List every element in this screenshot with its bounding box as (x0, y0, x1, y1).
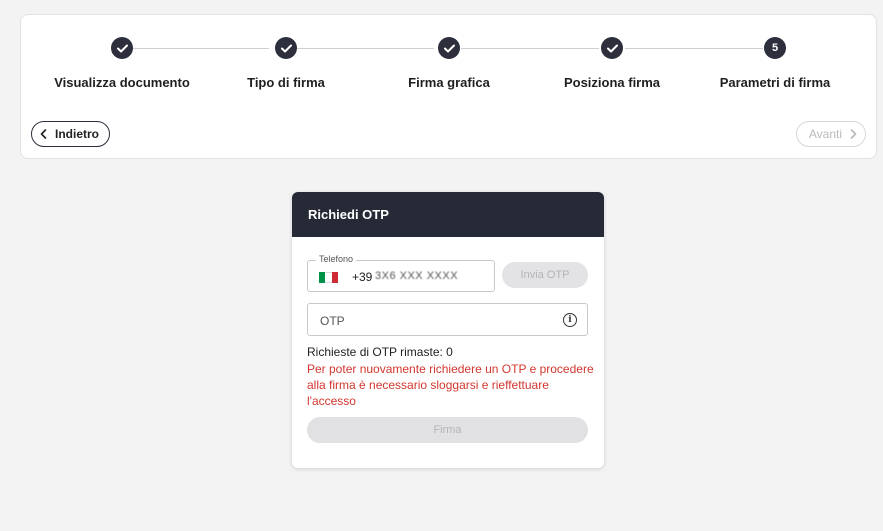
back-button-label: Indietro (55, 127, 99, 141)
step-visualizza-documento: Visualizza documento (42, 37, 202, 90)
otp-input[interactable]: OTP i (307, 303, 588, 336)
otp-card-title: Richiedi OTP (292, 192, 604, 237)
phone-field[interactable]: Telefono +39 3X6 XXX XXXX (307, 254, 495, 292)
chevron-right-icon (850, 129, 857, 139)
back-button[interactable]: Indietro (31, 121, 110, 147)
next-button-label: Avanti (808, 127, 842, 141)
step-label: Tipo di firma (247, 75, 325, 90)
step-tipo-di-firma: Tipo di firma (206, 37, 366, 90)
step-firma-grafica: Firma grafica (369, 37, 529, 90)
send-otp-button[interactable]: Invia OTP (502, 262, 588, 288)
step-label: Posiziona firma (563, 75, 661, 90)
check-icon (111, 37, 133, 59)
step-parametri-di-firma: 5 Parametri di firma (695, 37, 855, 90)
info-circle-icon[interactable]: i (563, 313, 577, 327)
check-icon (438, 37, 460, 59)
step-label: Firma grafica (408, 75, 490, 90)
sign-button[interactable]: Firma (307, 417, 588, 443)
otp-input-placeholder: OTP (320, 314, 345, 328)
otp-warning-message: Per poter nuovamente richiedere un OTP e… (307, 362, 594, 408)
chevron-left-icon (40, 129, 47, 139)
phone-number-masked: 3X6 XXX XXXX (375, 270, 459, 282)
italy-flag-icon (319, 272, 338, 283)
otp-card: Richiedi OTP Telefono +39 3X6 XXX XXXX I… (292, 192, 604, 468)
phone-prefix: +39 (352, 270, 373, 284)
phone-field-legend: Telefono (316, 254, 357, 264)
step-number-badge: 5 (764, 37, 786, 59)
step-posiziona-firma: Posiziona firma (532, 37, 692, 90)
check-icon (601, 37, 623, 59)
check-icon (275, 37, 297, 59)
step-label: Parametri di firma (719, 75, 831, 90)
step-label: Visualizza documento (54, 75, 190, 90)
stepper-card: Visualizza documento Tipo di firma Firma… (20, 14, 877, 159)
next-button[interactable]: Avanti (795, 121, 866, 147)
otp-remaining-requests: Richieste di OTP rimaste: 0 (307, 345, 453, 359)
